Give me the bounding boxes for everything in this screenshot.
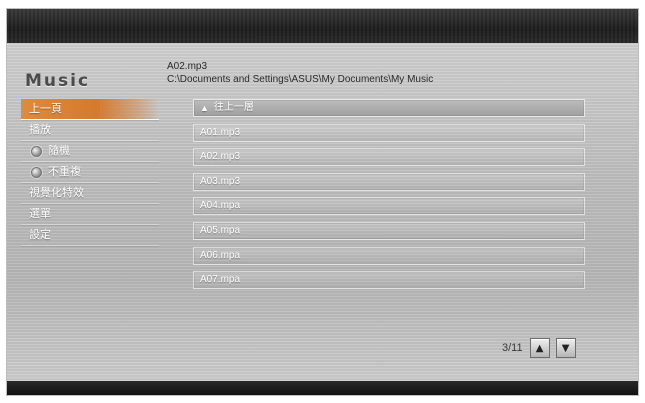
up-arrow-icon: ▲	[200, 103, 209, 113]
menu-item-back[interactable]: 上一頁	[21, 99, 159, 120]
bottom-bar	[7, 381, 638, 395]
music-panel: Music A02.mp3 C:\Documents and Settings\…	[7, 43, 638, 381]
no-repeat-radio-icon[interactable]	[31, 166, 42, 178]
menu-item-visualization[interactable]: 視覺化特效	[21, 183, 159, 204]
page-down-button[interactable]: ▼	[555, 338, 576, 358]
menu-item-no-repeat[interactable]: 不重複	[21, 162, 159, 183]
file-name: A04.mpa	[200, 200, 241, 212]
menu-item-menu[interactable]: 選單	[21, 204, 159, 225]
menu-item-label: 視覺化特效	[29, 186, 84, 199]
side-menu: 上一頁 播放 隨機 不重複 視覺化特效 選單 設定	[21, 99, 159, 246]
file-name: A03.mp3	[200, 175, 241, 187]
file-row[interactable]: A01.mp3	[193, 123, 585, 142]
file-row[interactable]: A02.mp3	[193, 148, 585, 167]
parent-folder-row[interactable]: ▲ 往上一層	[193, 99, 585, 117]
menu-item-label: 上一頁	[29, 102, 62, 115]
parent-folder-label: 往上一層	[213, 102, 254, 113]
file-row[interactable]: A07.mpa	[193, 271, 585, 290]
current-file-name: A02.mp3	[167, 61, 208, 72]
triangle-up-icon: ▲	[535, 342, 544, 354]
app-title: Music	[25, 71, 91, 91]
top-bar	[7, 9, 638, 43]
menu-item-label: 播放	[29, 123, 51, 136]
page-indicator: 3/11	[502, 342, 523, 354]
current-folder-path: C:\Documents and Settings\ASUS\My Docume…	[167, 74, 434, 85]
shuffle-radio-icon[interactable]	[31, 145, 42, 157]
file-name: A01.mp3	[200, 126, 241, 138]
file-row[interactable]: A05.mpa	[193, 221, 585, 240]
file-name: A05.mpa	[200, 224, 241, 236]
file-name: A06.mpa	[200, 249, 241, 261]
menu-item-label: 隨機	[48, 144, 70, 157]
app-window: Music A02.mp3 C:\Documents and Settings\…	[7, 9, 638, 395]
pager: 3/11 ▲ ▼	[502, 338, 582, 358]
file-row[interactable]: A03.mp3	[193, 172, 585, 191]
menu-item-shuffle[interactable]: 隨機	[21, 141, 159, 162]
page-up-button[interactable]: ▲	[529, 338, 550, 358]
menu-item-settings[interactable]: 設定	[21, 225, 159, 246]
file-name: A07.mpa	[200, 274, 241, 286]
menu-item-label: 設定	[29, 228, 51, 241]
menu-item-play[interactable]: 播放	[21, 120, 159, 141]
menu-item-label: 選單	[29, 207, 51, 220]
file-row[interactable]: A06.mpa	[193, 246, 585, 265]
file-row[interactable]: A04.mpa	[193, 197, 585, 216]
menu-item-label: 不重複	[48, 165, 81, 178]
triangle-down-icon: ▼	[561, 342, 570, 354]
file-list: ▲ 往上一層 A01.mp3 A02.mp3 A03.mp3 A04.mpa A…	[193, 99, 585, 296]
file-name: A02.mp3	[200, 151, 241, 163]
